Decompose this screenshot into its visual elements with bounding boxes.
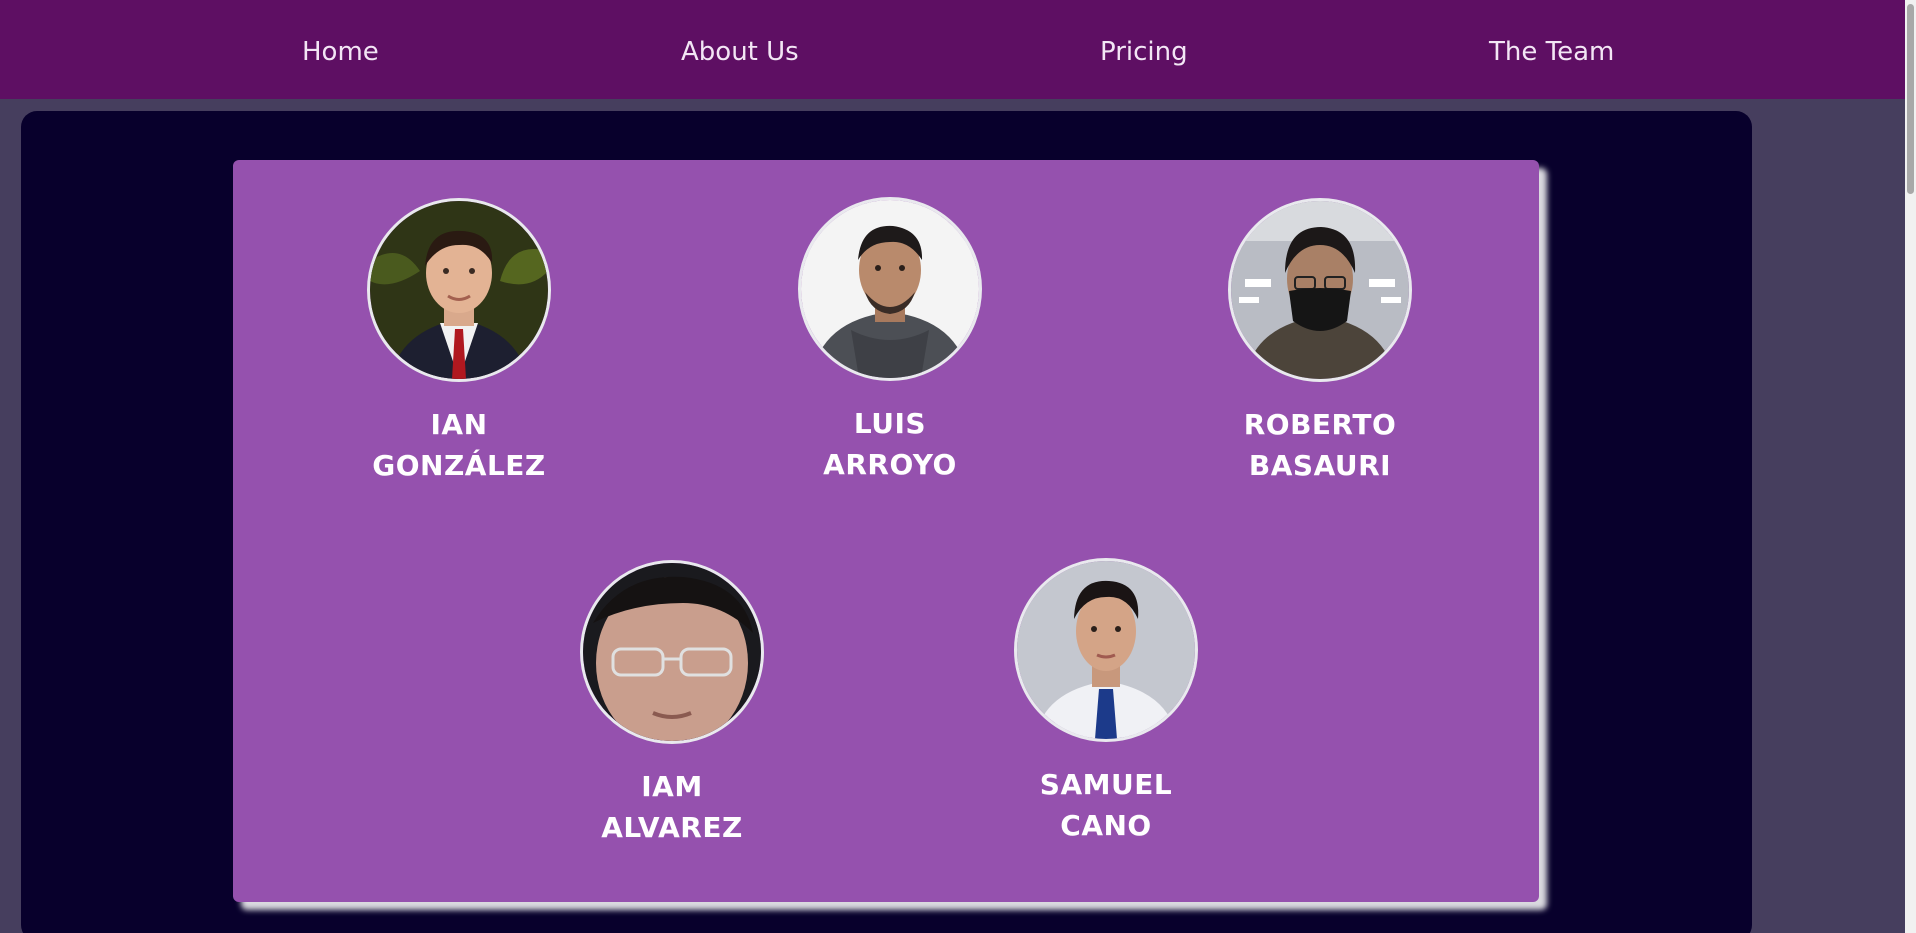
member-photo-image	[801, 200, 979, 378]
member-photo-image	[1017, 561, 1195, 739]
nav-about-us-link[interactable]: About Us	[681, 36, 799, 68]
member-last-name: ALVAREZ	[601, 811, 743, 844]
member-photo-image	[370, 201, 548, 379]
member-last-name: ARROYO	[823, 448, 957, 481]
member-first-name: ROBERTO	[1243, 408, 1397, 441]
nav-home-link[interactable]: Home	[302, 36, 379, 68]
member-name: IAM ALVAREZ	[577, 766, 767, 848]
nav-the-team-link[interactable]: The Team	[1489, 36, 1614, 68]
member-last-name: CANO	[1060, 809, 1152, 842]
member-first-name: IAM	[641, 770, 703, 803]
member-name: SAMUEL CANO	[1011, 764, 1201, 846]
team-card: IAN GONZÁLEZ LUIS ARROYO ROBERTO BASAURI…	[233, 160, 1539, 902]
member-name: IAN GONZÁLEZ	[364, 404, 554, 486]
member-photo	[1228, 198, 1412, 382]
member-name: LUIS ARROYO	[795, 403, 985, 485]
member-photo	[580, 560, 764, 744]
member-first-name: IAN	[430, 408, 488, 441]
vertical-scrollbar[interactable]	[1905, 0, 1916, 933]
team-member: LUIS ARROYO	[795, 197, 985, 485]
member-last-name: GONZÁLEZ	[372, 449, 546, 482]
member-photo-image	[583, 563, 761, 741]
team-member: SAMUEL CANO	[1011, 558, 1201, 846]
member-first-name: LUIS	[853, 407, 927, 440]
nav-pricing-link[interactable]: Pricing	[1100, 36, 1188, 68]
member-photo	[367, 198, 551, 382]
member-photo	[1014, 558, 1198, 742]
member-photo-image	[1231, 201, 1409, 379]
scrollbar-thumb[interactable]	[1907, 4, 1914, 194]
member-last-name: BASAURI	[1248, 449, 1392, 482]
team-member: IAM ALVAREZ	[577, 560, 767, 848]
member-first-name: SAMUEL	[1039, 768, 1173, 801]
member-name: ROBERTO BASAURI	[1225, 404, 1415, 486]
top-navbar: Home About Us Pricing The Team	[0, 0, 1905, 99]
team-member: ROBERTO BASAURI	[1225, 198, 1415, 486]
team-member: IAN GONZÁLEZ	[364, 198, 554, 486]
member-photo	[798, 197, 982, 381]
page: Home About Us Pricing The Team IAN GONZÁ…	[0, 0, 1916, 933]
